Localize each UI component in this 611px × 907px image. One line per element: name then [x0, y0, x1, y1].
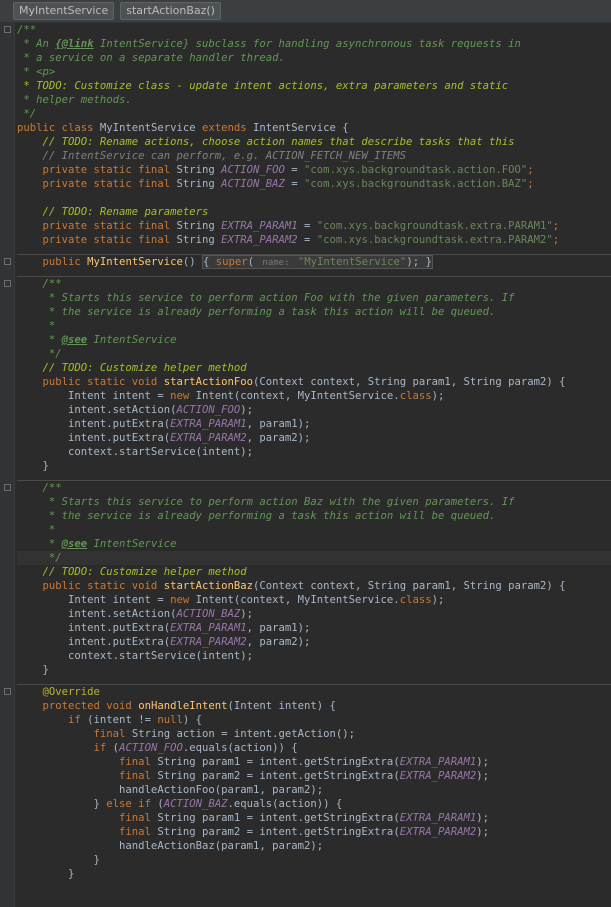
code-line: }: [17, 460, 49, 472]
code-line: * An {@link IntentService} subclass for …: [17, 38, 521, 50]
code-line: /**: [4, 23, 611, 37]
code-line: intent.putExtra(EXTRA_PARAM1, param1);: [17, 418, 311, 430]
fold-icon[interactable]: [4, 280, 11, 287]
code-line: private static final String EXTRA_PARAM2…: [17, 234, 560, 246]
code-line: */: [17, 108, 37, 120]
code-line: * @see IntentService: [17, 334, 177, 346]
code-line: * the service is already performing a ta…: [17, 306, 496, 318]
code-line: intent.putExtra(EXTRA_PARAM1, param1);: [17, 622, 311, 634]
code-line: } else if (ACTION_BAZ.equals(action)) {: [17, 798, 343, 810]
breadcrumb-method[interactable]: startActionBaz(): [120, 2, 221, 20]
code-line: final String param2 = intent.getStringEx…: [17, 770, 490, 782]
code-line: * a service on a separate handler thread…: [17, 52, 285, 64]
code-line: /**: [4, 276, 611, 291]
fold-icon[interactable]: [4, 688, 11, 695]
code-line: // TODO: Customize helper method: [17, 362, 247, 374]
code-line: *: [17, 524, 56, 536]
code-line: private static final String ACTION_FOO =…: [17, 164, 534, 176]
code-line: if (intent != null) {: [17, 714, 202, 726]
code-line-current: */: [17, 551, 611, 565]
code-line: * the service is already performing a ta…: [17, 510, 496, 522]
code-line: */: [17, 348, 62, 360]
code-line: // IntentService can perform, e.g. ACTIO…: [17, 150, 407, 162]
code-line: private static final String ACTION_BAZ =…: [17, 178, 534, 190]
code-line: handleActionFoo(param1, param2);: [17, 784, 324, 796]
code-line: public static void startActionBaz(Contex…: [17, 580, 566, 592]
folded-block[interactable]: { super( name: "MyIntentService"); }: [201, 255, 433, 269]
code-line: @Override: [4, 684, 611, 699]
code-line: final String param1 = intent.getStringEx…: [17, 812, 490, 824]
code-line: * Starts this service to perform action …: [17, 292, 515, 304]
code-line: context.startService(intent);: [17, 650, 253, 662]
code-line: * <p>: [17, 66, 56, 78]
code-line: intent.putExtra(EXTRA_PARAM2, param2);: [17, 636, 311, 648]
code-line: }: [17, 854, 100, 866]
code-line: * Starts this service to perform action …: [17, 496, 515, 508]
fold-icon[interactable]: [4, 258, 11, 265]
code-line: context.startService(intent);: [17, 446, 253, 458]
code-line: }: [17, 664, 49, 676]
code-line: public class MyIntentService extends Int…: [17, 122, 349, 134]
code-line: if (ACTION_FOO.equals(action)) {: [17, 742, 298, 754]
code-line: final String param2 = intent.getStringEx…: [17, 826, 490, 838]
code-line: // TODO: Customize helper method: [17, 566, 247, 578]
fold-icon[interactable]: [4, 484, 11, 491]
code-line: *: [17, 320, 56, 332]
code-line: protected void onHandleIntent(Intent int…: [17, 700, 336, 712]
parameter-hint: name:: [260, 258, 292, 268]
code-line: final String param1 = intent.getStringEx…: [17, 756, 490, 768]
code-line: /**: [4, 480, 611, 495]
breadcrumb-class[interactable]: MyIntentService: [13, 2, 115, 20]
code-line: intent.putExtra(EXTRA_PARAM2, param2);: [17, 432, 311, 444]
code-line: public MyIntentService() { super( name: …: [4, 254, 611, 269]
code-line: }: [17, 868, 75, 880]
fold-icon[interactable]: [4, 26, 11, 33]
code-area[interactable]: /** * An {@link IntentService} subclass …: [4, 23, 611, 881]
code-line: * @see IntentService: [17, 538, 177, 550]
code-line: Intent intent = new Intent(context, MyIn…: [17, 594, 445, 606]
code-line: * helper methods.: [17, 94, 132, 106]
code-line: // TODO: Rename parameters: [17, 206, 209, 218]
code-line: final String action = intent.getAction()…: [17, 728, 356, 740]
code-line: // TODO: Rename actions, choose action n…: [17, 136, 515, 148]
breadcrumb-bar: MyIntentService startActionBaz(): [0, 0, 611, 23]
code-editor[interactable]: /** * An {@link IntentService} subclass …: [0, 23, 611, 907]
code-line: intent.setAction(ACTION_BAZ);: [17, 608, 253, 620]
code-line: * TODO: Customize class - update intent …: [17, 80, 509, 92]
code-line: public static void startActionFoo(Contex…: [17, 376, 566, 388]
code-line: private static final String EXTRA_PARAM1…: [17, 220, 560, 232]
code-line: intent.setAction(ACTION_FOO);: [17, 404, 253, 416]
editor-gutter: [0, 23, 15, 907]
code-line: handleActionBaz(param1, param2);: [17, 840, 324, 852]
code-line: Intent intent = new Intent(context, MyIn…: [17, 390, 445, 402]
